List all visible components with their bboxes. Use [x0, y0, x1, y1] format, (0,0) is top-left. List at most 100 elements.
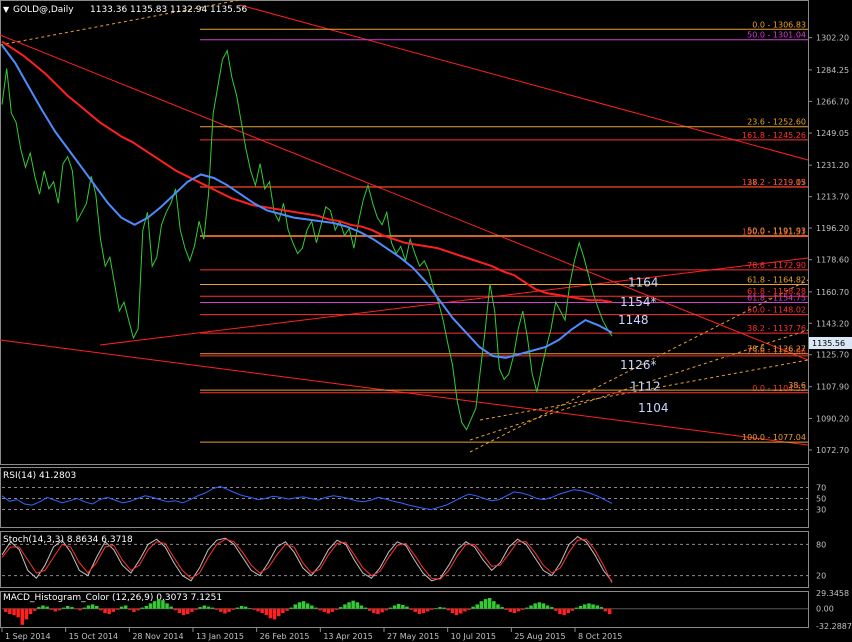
- macd-histogram-bar: [45, 606, 49, 609]
- macd-histogram-bar: [95, 606, 99, 609]
- macd-histogram-bar: [516, 608, 521, 612]
- macd-tick-label: 0.00: [816, 605, 834, 614]
- macd-histogram-bar: [326, 608, 331, 614]
- fib-level-label: 50.0 - 1301.04: [747, 31, 806, 40]
- macd-histogram-bar: [103, 608, 107, 613]
- collapse-arrow-icon[interactable]: ▼: [3, 5, 10, 14]
- fib-level-label: 38.2 - 1137.76: [747, 324, 806, 333]
- macd-histogram-bar: [570, 608, 575, 611]
- macd-histogram-bar: [12, 608, 16, 616]
- time-tick-label: 25 Aug 2015: [514, 632, 565, 641]
- macd-histogram-bar: [368, 608, 372, 611]
- time-tick-label: 8 Oct 2015: [578, 632, 622, 641]
- macd-histogram-bar: [533, 603, 537, 609]
- fib-level-label: 50.0 - 1148.02: [747, 306, 806, 315]
- macd-tick-label: -32.2887: [816, 622, 852, 631]
- stoch-tick-label: 80: [816, 540, 826, 549]
- macd-histogram-bar: [239, 606, 244, 609]
- chart-window: 0.0 - 1306.83 50.0 - 1301.04 23.6 - 1252.6…: [0, 0, 852, 642]
- macd-histogram-bar: [144, 606, 149, 609]
- macd-histogram-bar: [463, 608, 467, 612]
- macd-histogram-bar: [525, 607, 529, 609]
- time-tick-label: 15 Oct 2014: [69, 632, 118, 641]
- macd-histogram-bar: [99, 608, 103, 611]
- price-tick-label: 1090.20: [816, 415, 849, 424]
- macd-histogram-bar: [347, 602, 351, 609]
- macd-histogram-bar: [603, 608, 608, 612]
- macd-histogram-bar: [512, 608, 517, 613]
- macd-histogram-bar: [310, 605, 314, 609]
- macd-histogram-bar: [248, 608, 252, 609]
- target-label: 1154*: [620, 295, 657, 309]
- macd-tick-label: 29.3458: [816, 589, 849, 598]
- chart-background: [0, 0, 852, 642]
- macd-histogram-bar: [459, 608, 463, 614]
- price-tick-label: 1107.90: [816, 383, 849, 392]
- macd-histogram-bar: [119, 606, 124, 609]
- macd-histogram-bar: [301, 601, 306, 609]
- macd-histogram-bar: [450, 608, 455, 613]
- price-tick-label: 1213.70: [816, 193, 849, 202]
- macd-histogram-bar: [260, 608, 264, 613]
- rsi-tick-label: 30: [816, 506, 826, 515]
- macd-histogram-bar: [508, 608, 513, 612]
- macd-histogram-bar: [214, 608, 219, 610]
- target-label: 1104: [638, 401, 669, 415]
- price-tick-label: 1284.25: [816, 66, 849, 75]
- time-tick-label: 10 Jul 2015: [451, 632, 496, 641]
- macd-histogram-bar: [289, 607, 293, 609]
- macd-histogram-bar: [264, 608, 269, 616]
- macd-histogram-bar: [578, 606, 583, 609]
- macd-histogram-bar: [194, 608, 198, 610]
- macd-histogram-bar: [479, 601, 484, 609]
- macd-histogram-bar: [322, 608, 326, 612]
- rsi-title: RSI(14) 41.2803: [3, 471, 76, 481]
- macd-histogram-bar: [49, 608, 53, 610]
- time-tick-label: 1 Sep 2014: [5, 632, 51, 641]
- macd-histogram-bar: [409, 608, 413, 610]
- macd-histogram-bar: [231, 608, 235, 610]
- macd-title: MACD_Histogram_Color (12,26,9) 0.3073 7.…: [3, 593, 222, 603]
- macd-histogram-bar: [152, 601, 157, 609]
- macd-histogram-bar: [82, 607, 87, 609]
- ohlc-close: 1135.56: [210, 5, 247, 15]
- macd-histogram-bar: [591, 604, 595, 609]
- macd-histogram-bar: [550, 607, 554, 609]
- macd-histogram-bar: [235, 607, 240, 609]
- fib-level-label: 78.6 - 1126.27: [747, 345, 806, 354]
- macd-histogram-bar: [123, 605, 128, 609]
- macd-histogram-bar: [33, 608, 37, 611]
- macd-histogram-bar: [243, 606, 248, 609]
- macd-histogram-bar: [210, 607, 215, 609]
- macd-histogram-bar: [268, 608, 273, 619]
- macd-histogram-bar: [554, 608, 558, 611]
- macd-histogram-bar: [421, 608, 426, 613]
- macd-histogram-bar: [277, 608, 281, 617]
- macd-histogram-bar: [140, 607, 144, 609]
- symbol-title: GOLD@,Daily: [13, 5, 74, 15]
- macd-histogram-bar: [392, 605, 397, 609]
- macd-histogram-bar: [417, 608, 422, 615]
- macd-histogram-bar: [545, 605, 550, 609]
- macd-histogram-bar: [20, 608, 24, 625]
- macd-histogram-bar: [607, 608, 612, 615]
- macd-histogram-bar: [181, 608, 186, 616]
- macd-histogram-bar: [384, 608, 388, 611]
- rsi-tick-label: 70: [816, 484, 826, 493]
- macd-histogram-bar: [496, 604, 500, 609]
- price-tick-label: 1178.60: [816, 256, 849, 265]
- fib-level-label: 100.0 - 1077.04: [742, 433, 806, 442]
- macd-histogram-bar: [355, 602, 360, 609]
- macd-histogram-bar: [86, 605, 91, 609]
- rsi-tick-label: 50: [816, 495, 826, 504]
- macd-histogram-bar: [223, 608, 227, 614]
- macd-histogram-bar: [219, 608, 223, 612]
- macd-histogram-bar: [363, 607, 368, 609]
- time-tick-label: 13 Apr 2015: [323, 632, 372, 641]
- macd-histogram-bar: [173, 608, 178, 611]
- macd-histogram-bar: [107, 608, 111, 615]
- macd-histogram-bar: [136, 608, 140, 611]
- macd-histogram-bar: [351, 600, 355, 609]
- price-tick-label: 1196.20: [816, 224, 849, 233]
- macd-histogram-bar: [566, 608, 570, 613]
